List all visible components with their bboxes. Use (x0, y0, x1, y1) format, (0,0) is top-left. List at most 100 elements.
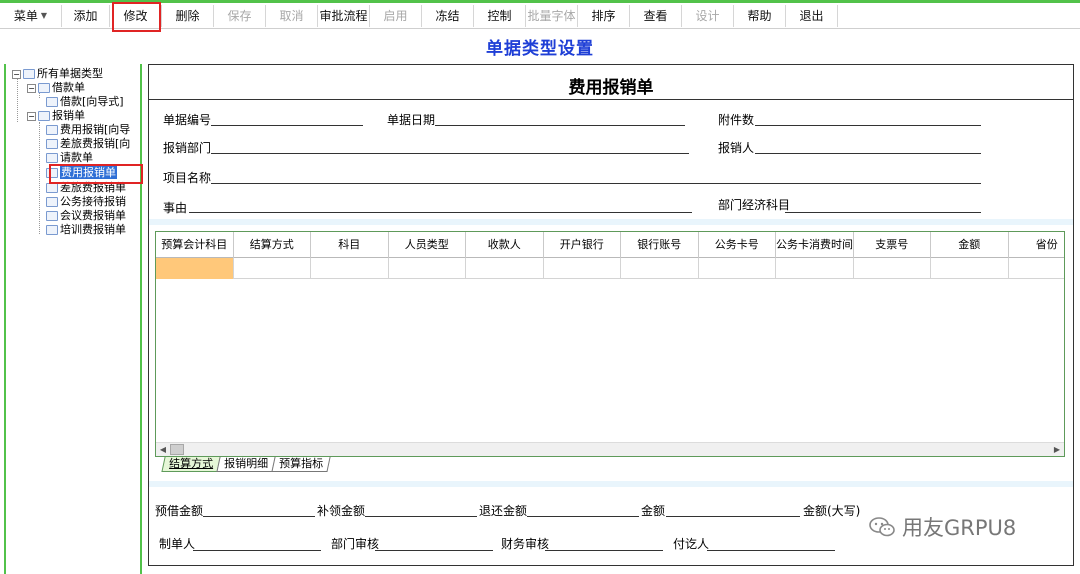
grid-cell-active[interactable] (156, 258, 234, 279)
approval-flow-button[interactable]: 审批流程 (318, 4, 370, 27)
design-button[interactable]: 设计 (682, 4, 734, 27)
grid-column-header[interactable]: 收款人 (466, 232, 544, 258)
tab-label: 预算指标 (279, 457, 324, 470)
tree-item[interactable]: 借款[向导式] (46, 95, 124, 109)
amount-field[interactable] (666, 516, 800, 517)
grid-column-header[interactable]: 省份 (1009, 232, 1065, 258)
tree-item[interactable]: 费用报销[向导 (46, 123, 130, 137)
form-title-divider (149, 99, 1073, 100)
tree-connector (39, 122, 40, 234)
toolbar: 菜单 ▼ 添加 修改 删除 保存 取消 审批流程 启用 冻结 控制 批量字体 排序… (0, 3, 1080, 29)
grid-column-header[interactable]: 科目 (311, 232, 389, 258)
horizontal-scrollbar[interactable]: ◀ ▶ (156, 442, 1064, 456)
finance-review-field[interactable] (545, 550, 663, 551)
grid-cell[interactable] (311, 258, 389, 279)
dept-review-field[interactable] (375, 550, 493, 551)
tab-settlement[interactable]: 结算方式 (161, 457, 221, 472)
supplement-amount-label: 补领金额 (317, 504, 366, 518)
tree-item-label: 借款[向导式] (60, 95, 124, 108)
scroll-left-icon[interactable]: ◀ (156, 443, 170, 456)
settlement-grid[interactable]: 预算会计科目 结算方式 科目 人员类型 收款人 开户银行 银行账号 公务卡号 公… (155, 231, 1065, 457)
grid-column-header[interactable]: 银行账号 (621, 232, 699, 258)
grid-cell[interactable] (234, 258, 311, 279)
document-icon (46, 139, 58, 149)
grid-cell[interactable] (776, 258, 854, 279)
tree-root[interactable]: − 所有单据类型 (12, 67, 103, 81)
attachments-field[interactable] (755, 125, 981, 126)
grid-column-header[interactable]: 预算会计科目 (156, 232, 234, 258)
claimant-label: 报销人 (718, 141, 755, 155)
scrollbar-thumb[interactable] (170, 444, 184, 455)
chevron-down-icon: ▼ (40, 11, 48, 20)
grid-column-header[interactable]: 公务卡消费时间 (776, 232, 854, 258)
freeze-button[interactable]: 冻结 (422, 4, 474, 27)
tree-item[interactable]: 差旅费报销单 (46, 181, 126, 195)
tree-group-reimbursement[interactable]: − 报销单 (27, 109, 85, 123)
help-button[interactable]: 帮助 (734, 4, 786, 27)
grid-column-header[interactable]: 人员类型 (389, 232, 466, 258)
grid-column-header[interactable]: 结算方式 (234, 232, 311, 258)
delete-button[interactable]: 删除 (162, 4, 214, 27)
maker-field[interactable] (193, 550, 321, 551)
view-button[interactable]: 查看 (630, 4, 682, 27)
grid-column-header[interactable]: 开户银行 (544, 232, 621, 258)
grid-column-header[interactable]: 金额 (931, 232, 1009, 258)
collapse-icon[interactable]: − (12, 69, 21, 79)
grid-cell[interactable] (1009, 258, 1065, 279)
form-title: 费用报销单 (568, 78, 654, 98)
collapse-icon[interactable]: − (27, 111, 36, 121)
amount-upper-label: 金额(大写) (803, 504, 861, 518)
grid-cell[interactable] (466, 258, 544, 279)
claimant-field[interactable] (755, 153, 981, 154)
edit-button[interactable]: 修改 (110, 4, 162, 27)
grid-cell[interactable] (854, 258, 931, 279)
grid-cell[interactable] (544, 258, 621, 279)
department-field[interactable] (211, 153, 689, 154)
tab-reimbursement-details[interactable]: 报销明细 (216, 457, 276, 472)
add-button[interactable]: 添加 (62, 4, 110, 27)
document-icon (46, 183, 58, 193)
batch-font-button[interactable]: 批量字体 (526, 4, 578, 27)
sort-button[interactable]: 排序 (578, 4, 630, 27)
save-button[interactable]: 保存 (214, 4, 266, 27)
exit-button[interactable]: 退出 (786, 4, 838, 27)
tree-item[interactable]: 会议费报销单 (46, 209, 126, 223)
section-band (149, 481, 1073, 487)
tree-item[interactable]: 请款单 (46, 151, 93, 165)
tree-group-loan[interactable]: − 借款单 (27, 81, 85, 95)
tree-item-label: 费用报销[向导 (60, 123, 131, 136)
advance-amount-field[interactable] (203, 516, 315, 517)
watermark-text: 用友GRPU8 (902, 516, 1017, 540)
supplement-amount-field[interactable] (365, 516, 477, 517)
doc-no-field[interactable] (211, 125, 363, 126)
detail-tabs: 结算方式 报销明细 预算指标 (161, 457, 331, 473)
grid-cell[interactable] (621, 258, 699, 279)
collapse-icon[interactable]: − (27, 83, 36, 93)
tree-item[interactable]: 公务接待报销 (46, 195, 126, 209)
grid-cell[interactable] (389, 258, 466, 279)
dept-account-field[interactable] (785, 212, 981, 213)
amount-label: 金额 (641, 504, 666, 518)
grid-cell[interactable] (931, 258, 1009, 279)
control-button[interactable]: 控制 (474, 4, 526, 27)
payee-sign-field[interactable] (707, 550, 835, 551)
page-title: 单据类型设置 (486, 39, 594, 59)
reason-field[interactable] (189, 212, 692, 213)
tab-budget-indicators[interactable]: 预算指标 (271, 457, 331, 472)
tree-item[interactable]: 培训费报销单 (46, 223, 126, 237)
grid-cell[interactable] (699, 258, 776, 279)
grid-column-header[interactable]: 公务卡号 (699, 232, 776, 258)
grid-column-header[interactable]: 支票号 (854, 232, 931, 258)
project-field[interactable] (211, 183, 981, 184)
tree-item-selected[interactable]: 费用报销单 (46, 166, 117, 180)
attachments-label: 附件数 (718, 113, 755, 127)
refund-amount-field[interactable] (527, 516, 639, 517)
tree-item-label: 费用报销单 (60, 166, 117, 179)
tree-item[interactable]: 差旅费报销[向 (46, 137, 130, 151)
document-icon (38, 111, 50, 121)
cancel-button[interactable]: 取消 (266, 4, 318, 27)
enable-button[interactable]: 启用 (370, 4, 422, 27)
scroll-right-icon[interactable]: ▶ (1050, 443, 1064, 456)
doc-date-field[interactable] (435, 125, 685, 126)
menu-button[interactable]: 菜单 ▼ (0, 4, 62, 27)
